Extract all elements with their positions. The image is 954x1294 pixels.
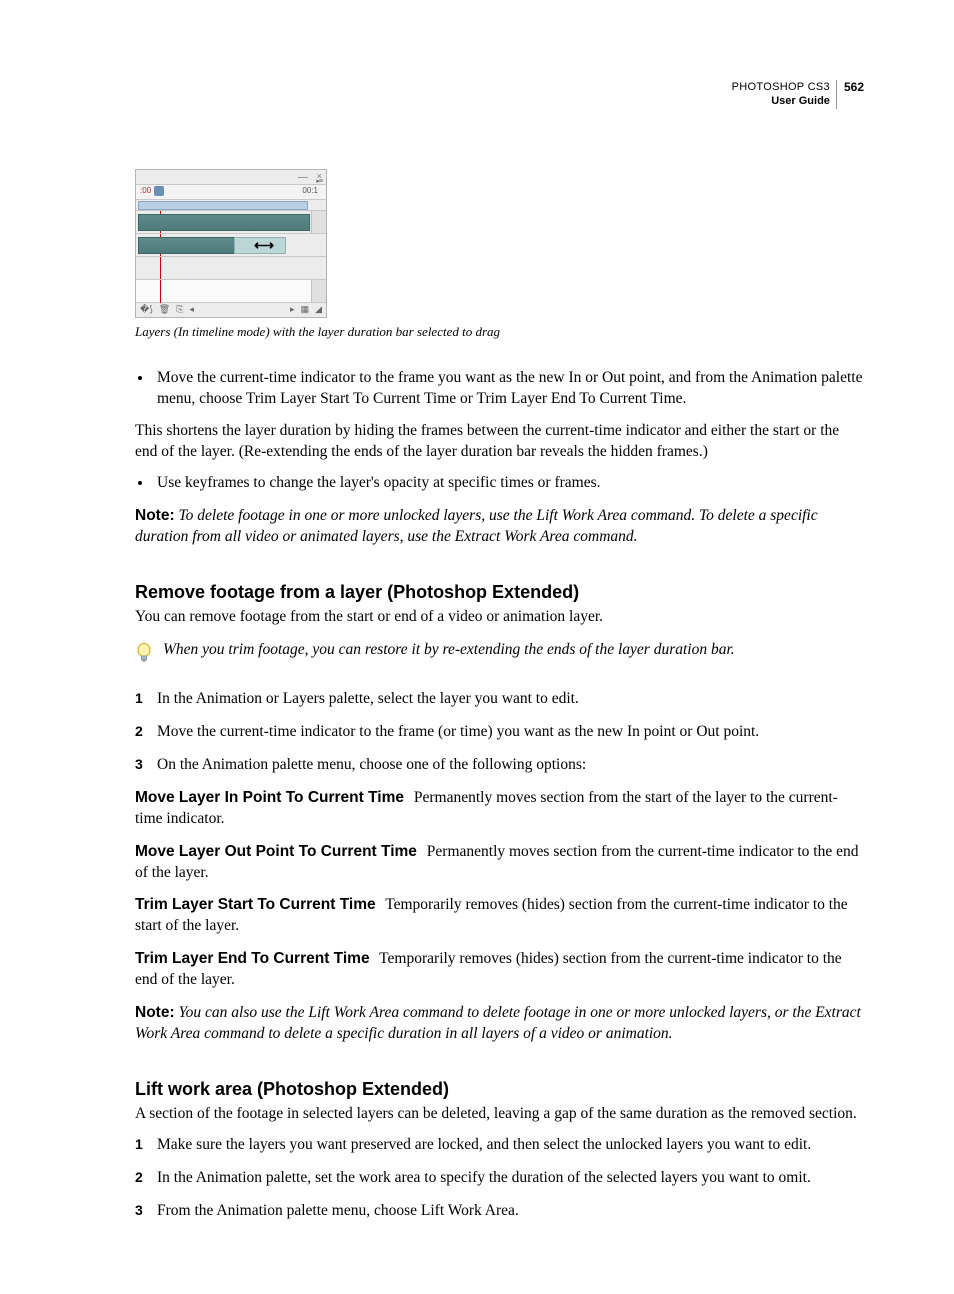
note-label: Note: [135, 507, 175, 524]
timeline-figure: — × ▸≡ :00 00:1 ⟷ [135, 169, 864, 318]
page-number: 562 [840, 80, 864, 94]
page-content: PHOTOSHOP CS3 User Guide 562 — × ▸≡ :00 … [0, 0, 954, 1294]
layer-duration-bar [138, 237, 235, 254]
bullet-list: Move the current-time indicator to the f… [135, 368, 864, 410]
layer-row [136, 211, 326, 234]
definition-term: Trim Layer Start To Current Time [135, 896, 376, 913]
definition-item: Trim Layer End To Current Time Temporari… [135, 949, 864, 991]
section-heading: Lift work area (Photoshop Extended) [135, 1079, 864, 1100]
timeline-panel: — × ▸≡ :00 00:1 ⟷ [135, 169, 327, 318]
book-title: PHOTOSHOP CS3 [732, 81, 830, 93]
list-item: Make sure the layers you want preserved … [135, 1135, 864, 1156]
nav-icon: ◂ [189, 304, 194, 315]
list-item: Move the current-time indicator to the f… [153, 368, 864, 410]
playhead-icon [154, 186, 164, 196]
panel-titlebar: — × ▸≡ [136, 170, 326, 185]
list-item: Use keyframes to change the layer's opac… [153, 473, 864, 494]
step-list: In the Animation or Layers palette, sele… [135, 689, 864, 776]
step-list: Make sure the layers you want preserved … [135, 1135, 864, 1222]
list-item: Move the current-time indicator to the f… [135, 722, 864, 743]
figure-caption: Layers (In timeline mode) with the layer… [135, 324, 864, 340]
body-paragraph: You can remove footage from the start or… [135, 607, 864, 628]
scroll-down-icon [311, 280, 326, 302]
layer-row: ⟷ [136, 234, 326, 257]
section-heading: Remove footage from a layer (Photoshop E… [135, 582, 864, 603]
body-paragraph: This shortens the layer duration by hidi… [135, 421, 864, 463]
scroll-up-icon [311, 211, 326, 233]
definition-term: Move Layer In Point To Current Time [135, 789, 404, 806]
note-text: You can also use the Lift Work Area comm… [135, 1004, 861, 1042]
frames-icon: ▦ [301, 304, 310, 315]
drag-arrow-icon: ⟷ [254, 237, 274, 254]
minimize-icon: — [298, 172, 308, 183]
work-area-bar [136, 200, 326, 211]
definition-item: Move Layer In Point To Current Time Perm… [135, 788, 864, 830]
time-end-label: 00:1 [302, 186, 318, 195]
guide-label: User Guide [771, 95, 830, 107]
timeline-rows: ⟷ [136, 211, 326, 303]
layer-duration-bar [138, 214, 310, 231]
panel-footer: �⟆ 🗑 ⎘ ◂ ▸ ▦ ◢ [136, 303, 326, 317]
definition-item: Trim Layer Start To Current Time Tempora… [135, 895, 864, 937]
layer-row [136, 257, 326, 280]
definition-item: Move Layer Out Point To Current Time Per… [135, 842, 864, 884]
bullet-list: Use keyframes to change the layer's opac… [135, 473, 864, 494]
note-paragraph: Note: You can also use the Lift Work Are… [135, 1003, 864, 1045]
note-label: Note: [135, 1004, 175, 1021]
body-paragraph: A section of the footage in selected lay… [135, 1104, 864, 1125]
empty-row [136, 280, 326, 303]
tip-text: When you trim footage, you can restore i… [163, 640, 735, 661]
definition-term: Move Layer Out Point To Current Time [135, 843, 417, 860]
list-item: In the Animation or Layers palette, sele… [135, 689, 864, 710]
list-item: In the Animation palette, set the work a… [135, 1168, 864, 1189]
panel-menu-icon: ▸≡ [316, 177, 322, 185]
definition-term: Trim Layer End To Current Time [135, 950, 370, 967]
note-text: To delete footage in one or more unlocke… [135, 507, 818, 545]
tip-block: When you trim footage, you can restore i… [135, 640, 864, 671]
time-start-label: :00 [140, 186, 151, 195]
resize-icon: ◢ [315, 304, 322, 315]
list-item: On the Animation palette menu, choose on… [135, 755, 864, 776]
trash-icon: 🗑 [159, 304, 170, 315]
nav-icon: ▸ [290, 304, 295, 315]
time-ruler: :00 00:1 [136, 185, 326, 200]
zoom-out-icon: �⟆ [140, 304, 153, 315]
convert-icon: ⎘ [176, 304, 183, 315]
list-item: From the Animation palette menu, choose … [135, 1201, 864, 1222]
lightbulb-icon [135, 642, 153, 671]
page-header: PHOTOSHOP CS3 User Guide 562 [135, 80, 864, 109]
note-paragraph: Note: To delete footage in one or more u… [135, 506, 864, 548]
